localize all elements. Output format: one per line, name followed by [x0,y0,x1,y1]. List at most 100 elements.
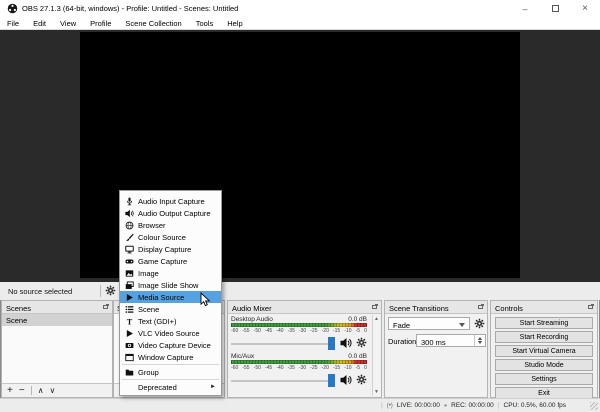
meter-scale: -60 -55 -50 -45 -40 -35 -30 -25 -20 -15 -10 -5 0 [231,365,367,371]
play-icon [124,328,134,338]
transition-select[interactable]: Fade [388,317,470,330]
menu-item-colour-source[interactable]: Colour Source [120,231,221,243]
audio-mixer-panel: Audio Mixer Desktop Audio 0.0 dB -60 -55-… [227,300,382,398]
menu-item-video-capture-device[interactable]: Video Capture Device [120,339,221,351]
menu-item-label: Image [138,268,159,278]
submenu-arrow-icon: ► [210,384,216,390]
maximize-button[interactable] [540,0,570,17]
menu-profile[interactable]: Profile [83,19,118,28]
menu-item-label: Window Capture [138,352,194,362]
volume-slider-row [228,335,371,351]
menu-item-audio-output-capture[interactable]: Audio Output Capture [120,207,221,219]
source-context-toolbar: No source selected [0,282,600,300]
status-divider: | [497,402,500,409]
scene-list-item[interactable]: Scene [2,314,112,326]
spin-down-icon[interactable] [478,341,482,344]
menu-help[interactable]: Help [220,19,249,28]
transition-selected-value: Fade [393,321,411,330]
menu-item-image[interactable]: Image [120,267,221,279]
studio-mode-button[interactable]: Studio Mode [495,359,593,371]
controls-header[interactable]: Controls [491,301,597,314]
start-recording-button[interactable]: Start Recording [495,331,593,343]
start-streaming-button[interactable]: Start Streaming [495,317,593,329]
scene-list-icon [124,304,134,314]
resize-grip[interactable] [590,402,598,410]
menu-item-group[interactable]: Group [120,366,221,378]
duration-label: Duration [388,337,417,346]
toolbar-divider [30,386,32,395]
volume-slider-handle[interactable] [328,374,335,387]
menu-separator [122,364,219,365]
float-panel-icon[interactable] [103,305,108,309]
menu-tools[interactable]: Tools [189,19,221,28]
menu-item-label: Display Capture [138,244,192,254]
channel-name: Mic/Aux [231,353,255,360]
scroll-up-icon[interactable]: ▲ [373,316,380,322]
channel-gain-value: 0.0 dB [348,353,367,360]
mute-speaker-icon[interactable] [340,337,352,349]
settings-button[interactable]: Settings [495,373,593,385]
maximize-icon [551,5,559,12]
window-icon [124,352,134,362]
title-bar: OBS 27.1.3 (64-bit, windows) - Profile: … [0,0,600,17]
menu-item-window-capture[interactable]: Window Capture [120,351,221,363]
scenes-panel-title: Scenes [6,304,32,313]
close-icon: × [582,3,588,14]
move-scene-up-button[interactable]: ∧ [38,386,44,396]
scroll-down-icon[interactable]: ▼ [373,389,380,395]
menu-scene-collection[interactable]: Scene Collection [118,19,188,28]
duration-spinbox[interactable]: 300 ms [416,334,486,347]
duration-value: 300 ms [421,338,446,347]
start-virtual-camera-button[interactable]: Start Virtual Camera [495,345,593,357]
mute-speaker-icon[interactable] [340,374,352,386]
move-scene-down-button[interactable]: ∨ [50,386,56,396]
status-bar: | (•) LIVE: 00:00:00 ● REC: 00:00:00 | C… [0,398,600,412]
menu-item-browser[interactable]: Browser [120,219,221,231]
menu-item-display-capture[interactable]: Display Capture [120,243,221,255]
toolbar-divider [100,285,101,297]
menu-item-audio-input-capture[interactable]: Audio Input Capture [120,195,221,207]
menu-item-image-slide-show[interactable]: Image Slide Show [120,279,221,291]
mixer-scrollbar[interactable]: ▲ ▼ [372,315,380,396]
svg-text:T: T [126,317,132,326]
menu-item-deprecated[interactable]: Deprecated ► [120,381,221,393]
obs-window: OBS 27.1.3 (64-bit, windows) - Profile: … [0,0,600,412]
spin-up-icon[interactable] [478,337,482,340]
status-cluster: | (•) LIVE: 00:00:00 ● REC: 00:00:00 | C… [381,399,566,412]
rec-dot-icon: ● [443,402,448,409]
minimize-button[interactable]: – [510,0,540,17]
text-icon: T [124,316,134,326]
float-panel-icon[interactable] [588,305,593,309]
scenes-panel-header[interactable]: Scenes [2,301,112,314]
volume-slider-track[interactable] [231,380,328,382]
microphone-icon [124,196,134,206]
scene-transitions-header[interactable]: Scene Transitions [385,301,487,314]
no-source-selected-label: No source selected [8,287,73,296]
minimize-icon: – [522,3,528,14]
menu-edit[interactable]: Edit [26,19,53,28]
scene-item-label: Scene [6,315,28,325]
spinner-buttons[interactable] [474,335,485,346]
close-button[interactable]: × [570,0,600,17]
cpu-fps-stats: CPU: 0.5%, 60.00 fps [503,402,567,409]
menu-separator [122,379,219,380]
menu-item-label: Game Capture [138,256,188,266]
float-panel-icon[interactable] [478,305,483,309]
play-icon [124,292,134,302]
menu-item-game-capture[interactable]: Game Capture [120,255,221,267]
float-panel-icon[interactable] [372,305,377,309]
source-properties-gear-icon[interactable] [105,285,116,296]
menu-item-text-gdi[interactable]: T Text (GDI+) [120,315,221,327]
add-scene-button[interactable]: + [7,385,13,396]
volume-slider-track[interactable] [231,343,328,345]
menu-view[interactable]: View [53,19,83,28]
remove-scene-button[interactable]: − [19,385,25,396]
volume-slider-handle[interactable] [328,337,335,350]
transition-settings-gear-icon[interactable] [474,318,485,329]
channel-settings-gear-icon[interactable] [356,337,367,348]
menu-item-vlc-video-source[interactable]: VLC Video Source [120,327,221,339]
channel-settings-gear-icon[interactable] [356,374,367,385]
audio-mixer-header[interactable]: Audio Mixer [228,301,381,314]
channel-name: Desktop Audio [231,316,273,323]
menu-file[interactable]: File [0,19,26,28]
